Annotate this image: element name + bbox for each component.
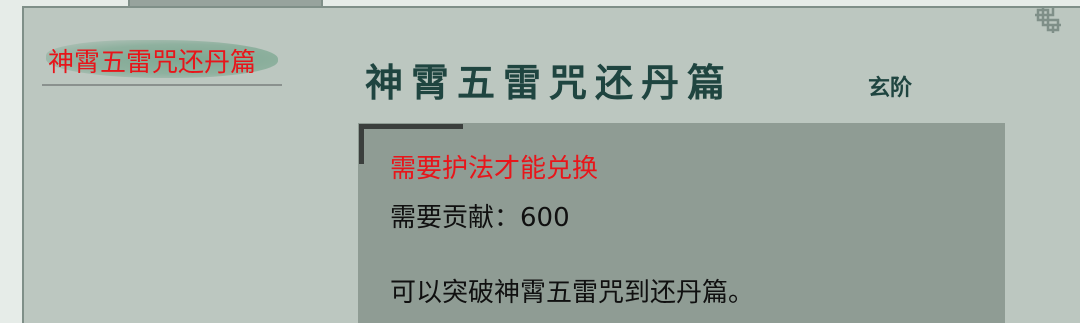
exchange-requirement: 需要护法才能兑换 xyxy=(390,154,599,184)
skill-rank: 玄阶 xyxy=(868,75,913,101)
sidebar-item-label: 神霄五雷咒还丹篇 xyxy=(48,48,257,78)
skill-description: 可以突破神霄五雷咒到还丹篇。 xyxy=(390,278,755,308)
sidebar-item-divider xyxy=(42,84,282,86)
knot-ornament-icon xyxy=(1035,7,1061,33)
contribution-cost: 需要贡献：600 xyxy=(390,203,570,233)
skill-title: 神霄五雷咒还丹篇 xyxy=(365,60,734,105)
sidebar-item-shenxiao-wulei[interactable]: 神霄五雷咒还丹篇 xyxy=(42,38,284,86)
